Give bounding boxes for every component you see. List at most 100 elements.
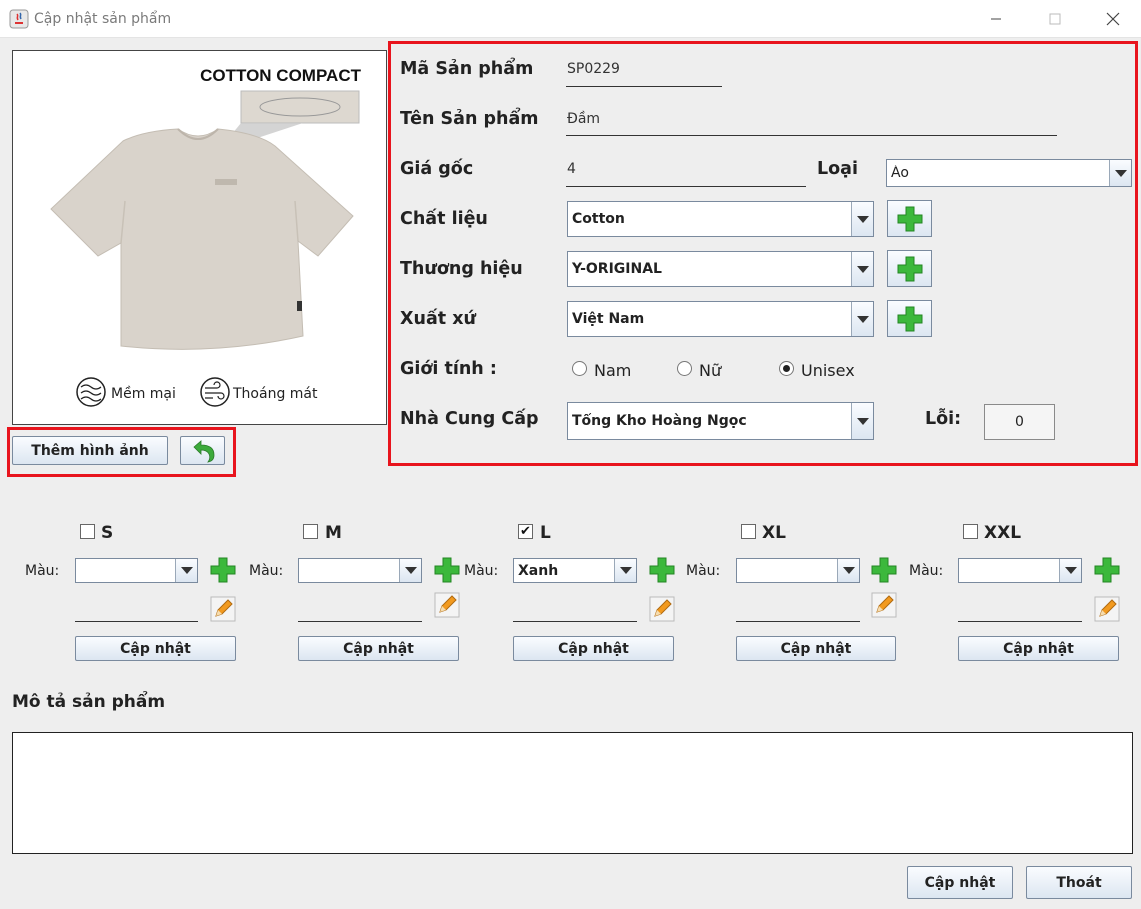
maximize-icon bbox=[1049, 13, 1061, 25]
color-select-xxl[interactable] bbox=[958, 558, 1082, 583]
undo-button[interactable] bbox=[180, 436, 225, 465]
origin-select-arrow bbox=[851, 302, 873, 336]
description-title: Mô tả sản phẩm bbox=[12, 692, 166, 712]
size-checkbox-xxl[interactable] bbox=[963, 524, 978, 539]
add-color-m-icon[interactable] bbox=[434, 557, 460, 583]
gender-option-nam: Nam bbox=[594, 361, 632, 380]
product-image-panel: COTTON COMPACT Mềm mại Thoáng mát bbox=[12, 50, 387, 425]
checkmark-icon: ✔ bbox=[520, 524, 531, 539]
price-label: Giá gốc bbox=[400, 159, 474, 179]
color-label-l: Màu: bbox=[464, 563, 499, 579]
close-button[interactable] bbox=[1090, 0, 1136, 38]
update-button-label: Cập nhật bbox=[924, 874, 996, 891]
brand-select-value: Y-ORIGINAL bbox=[572, 261, 662, 277]
add-color-l-icon[interactable] bbox=[649, 557, 675, 583]
product-name-value[interactable]: Đầm bbox=[567, 111, 600, 127]
color-label-s: Màu: bbox=[25, 563, 60, 579]
supplier-select-value: Tổng Kho Hoàng Ngọc bbox=[572, 413, 747, 429]
minimize-button[interactable] bbox=[973, 0, 1019, 38]
add-image-button[interactable]: Thêm hình ảnh bbox=[12, 436, 168, 465]
update-size-m-button[interactable]: Cập nhật bbox=[298, 636, 459, 661]
update-size-xxl-label: Cập nhật bbox=[1003, 640, 1074, 657]
feature-breathable-text: Thoáng mát bbox=[232, 386, 318, 402]
gender-radio-nu[interactable] bbox=[677, 361, 692, 376]
quantity-underline-m[interactable] bbox=[298, 621, 422, 622]
update-size-xl-button[interactable]: Cập nhật bbox=[736, 636, 896, 661]
material-select[interactable]: Cotton bbox=[567, 201, 874, 237]
color-select-m[interactable] bbox=[298, 558, 422, 583]
size-checkbox-m[interactable] bbox=[303, 524, 318, 539]
update-button[interactable]: Cập nhật bbox=[907, 866, 1013, 899]
chevron-down-icon bbox=[856, 265, 869, 273]
color-select-xl[interactable] bbox=[736, 558, 860, 583]
wave-icon bbox=[76, 377, 106, 407]
size-label-s: S bbox=[101, 523, 114, 543]
description-textarea[interactable] bbox=[12, 732, 1133, 854]
gender-radio-nam[interactable] bbox=[572, 361, 587, 376]
product-image: COTTON COMPACT Mềm mại Thoáng mát bbox=[50, 66, 362, 407]
add-color-xxl-icon[interactable] bbox=[1094, 557, 1120, 583]
update-size-l-label: Cập nhật bbox=[558, 640, 629, 657]
gender-option-nu: Nữ bbox=[699, 361, 722, 380]
maximize-button[interactable] bbox=[1032, 0, 1078, 38]
add-brand-button[interactable] bbox=[887, 250, 932, 287]
add-image-button-label: Thêm hình ảnh bbox=[31, 442, 149, 459]
update-size-s-label: Cập nhật bbox=[120, 640, 191, 657]
minimize-icon bbox=[991, 18, 1001, 20]
chevron-down-icon bbox=[1064, 567, 1077, 574]
type-select[interactable]: Áo bbox=[886, 159, 1132, 187]
size-label-xxl: XXL bbox=[984, 523, 1022, 543]
supplier-select[interactable]: Tổng Kho Hoàng Ngọc bbox=[567, 402, 874, 440]
gender-radio-unisex[interactable] bbox=[779, 361, 794, 376]
color-select-l[interactable]: Xanh bbox=[513, 558, 637, 583]
product-code-label: Mã Sản phẩm bbox=[400, 59, 534, 79]
update-size-xxl-button[interactable]: Cập nhật bbox=[958, 636, 1119, 661]
update-size-l-button[interactable]: Cập nhật bbox=[513, 636, 674, 661]
add-color-xl-icon[interactable] bbox=[871, 557, 897, 583]
plus-icon bbox=[897, 256, 922, 281]
product-name-label: Tên Sản phẩm bbox=[400, 109, 539, 129]
size-checkbox-s[interactable] bbox=[80, 524, 95, 539]
exit-button[interactable]: Thoát bbox=[1026, 866, 1132, 899]
color-select-s[interactable] bbox=[75, 558, 198, 583]
chevron-down-icon bbox=[856, 417, 869, 425]
edit-pencil-m-icon[interactable] bbox=[434, 592, 460, 618]
price-underline bbox=[566, 186, 806, 187]
color-select-s-arrow bbox=[175, 559, 197, 582]
color-label-xl: Màu: bbox=[686, 563, 721, 579]
size-checkbox-xl[interactable] bbox=[741, 524, 756, 539]
brand-label: Thương hiệu bbox=[400, 259, 523, 279]
brand-select-arrow bbox=[851, 252, 873, 286]
add-material-button[interactable] bbox=[887, 200, 932, 237]
edit-pencil-xxl-icon[interactable] bbox=[1094, 596, 1120, 622]
material-label: Chất liệu bbox=[400, 209, 488, 229]
plus-icon bbox=[897, 206, 922, 231]
chevron-down-icon bbox=[856, 215, 869, 223]
brand-select[interactable]: Y-ORIGINAL bbox=[567, 251, 874, 287]
edit-pencil-xl-icon[interactable] bbox=[871, 592, 897, 618]
update-size-s-button[interactable]: Cập nhật bbox=[75, 636, 236, 661]
quantity-underline-xl[interactable] bbox=[736, 621, 860, 622]
origin-select-value: Việt Nam bbox=[572, 311, 645, 327]
add-origin-button[interactable] bbox=[887, 300, 932, 337]
price-value[interactable]: 4 bbox=[567, 161, 576, 177]
java-app-icon bbox=[9, 9, 29, 29]
quantity-underline-l[interactable] bbox=[513, 621, 637, 622]
quantity-underline-s[interactable] bbox=[75, 621, 198, 622]
defect-label: Lỗi: bbox=[925, 409, 962, 429]
quantity-underline-xxl[interactable] bbox=[958, 621, 1082, 622]
defect-input[interactable]: 0 bbox=[984, 404, 1055, 440]
color-label-m: Màu: bbox=[249, 563, 284, 579]
color-select-l-arrow bbox=[614, 559, 636, 582]
size-label-m: M bbox=[325, 523, 342, 543]
color-select-xl-arrow bbox=[837, 559, 859, 582]
edit-pencil-s-icon[interactable] bbox=[210, 596, 236, 622]
size-checkbox-l[interactable]: ✔ bbox=[518, 524, 533, 539]
origin-label: Xuất xứ bbox=[400, 309, 476, 329]
origin-select[interactable]: Việt Nam bbox=[567, 301, 874, 337]
exit-button-label: Thoát bbox=[1056, 874, 1102, 891]
edit-pencil-l-icon[interactable] bbox=[649, 596, 675, 622]
product-name-underline bbox=[566, 135, 1057, 136]
product-code-value[interactable]: SP0229 bbox=[567, 61, 620, 77]
add-color-s-icon[interactable] bbox=[210, 557, 236, 583]
